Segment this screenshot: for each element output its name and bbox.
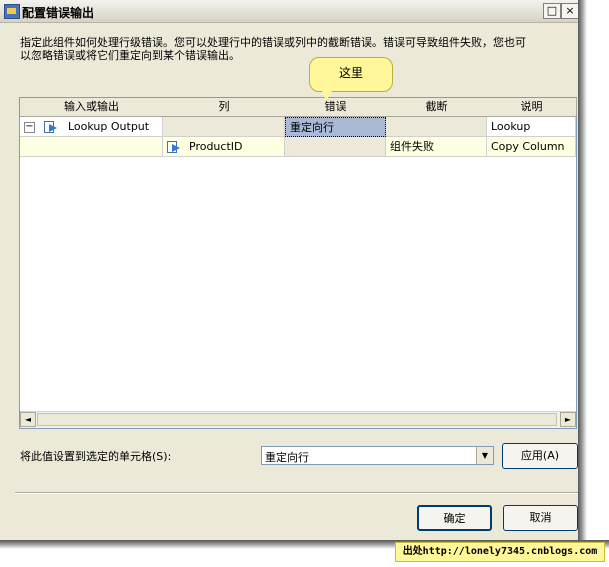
cell-error[interactable] <box>285 137 386 157</box>
header-truncation[interactable]: 截断 <box>386 98 488 117</box>
dialog-window: 配置错误输出 □ × 指定此组件如何处理行级错误。您可以处理行中的错误或列中的截… <box>0 0 585 546</box>
maximize-button[interactable]: □ <box>543 3 561 19</box>
cell-column[interactable]: ProductID <box>163 137 285 157</box>
cell-error[interactable]: 重定向行 <box>285 117 386 137</box>
set-value-selected: 重定向行 <box>265 451 309 464</box>
cancel-button[interactable]: 取消 <box>503 505 578 531</box>
dropdown-arrow-icon[interactable]: ▼ <box>476 447 493 464</box>
header-error[interactable]: 错误 <box>285 98 387 117</box>
cell-description[interactable]: Lookup <box>487 117 576 137</box>
description-text: 指定此组件如何处理行级错误。您可以处理行中的错误或列中的截断错误。错误可导致组件… <box>20 36 580 62</box>
ok-button[interactable]: 确定 <box>417 505 492 531</box>
horizontal-scrollbar[interactable]: ◄ ► <box>20 411 576 428</box>
collapse-icon[interactable]: − <box>24 122 35 133</box>
set-value-label: 将此值设置到选定的单元格(S): <box>20 450 172 463</box>
callout-tooltip: 这里 <box>309 57 393 101</box>
cell-input-output[interactable] <box>20 137 163 157</box>
title-bar[interactable]: 配置错误输出 □ × <box>0 0 584 23</box>
header-column[interactable]: 列 <box>163 98 286 117</box>
torn-edge-right <box>578 0 609 567</box>
cell-truncation[interactable] <box>386 117 487 137</box>
header-description[interactable]: 说明 <box>487 98 577 117</box>
set-value-dropdown[interactable]: 重定向行 ▼ <box>261 446 494 465</box>
scroll-left-button[interactable]: ◄ <box>20 412 36 427</box>
scroll-right-button[interactable]: ► <box>560 412 576 427</box>
apply-button[interactable]: 应用(A) <box>502 443 578 469</box>
error-config-grid[interactable]: 输入或输出 列 错误 截断 说明 − Lookup Output 重定向行 Lo… <box>19 97 577 429</box>
scroll-thumb[interactable] <box>37 413 557 426</box>
column-icon <box>167 141 181 153</box>
cell-description[interactable]: Copy Column <box>487 137 576 157</box>
cell-input-output[interactable]: − Lookup Output <box>20 117 163 137</box>
separator <box>15 492 580 494</box>
source-watermark: 出处http://lonely7345.cnblogs.com <box>395 542 605 562</box>
header-input-output[interactable]: 输入或输出 <box>20 98 164 117</box>
window-title: 配置错误输出 <box>22 6 95 20</box>
app-icon <box>4 4 20 19</box>
close-button[interactable]: × <box>561 3 579 19</box>
description-line-1: 指定此组件如何处理行级错误。您可以处理行中的错误或列中的截断错误。错误可导致组件… <box>20 36 526 49</box>
output-icon <box>44 121 58 133</box>
cell-truncation[interactable]: 组件失败 <box>386 137 487 157</box>
description-line-2: 以忽略错误或将它们重定向到某个错误输出。 <box>20 49 240 62</box>
cell-column[interactable] <box>163 117 285 137</box>
